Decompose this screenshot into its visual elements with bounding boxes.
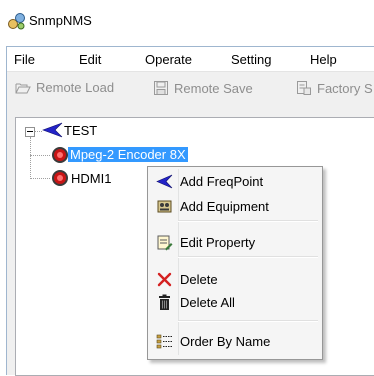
tree-connector: [30, 137, 31, 179]
menu-operate[interactable]: Operate: [145, 52, 192, 67]
factory-settings-button[interactable]: Factory S: [296, 80, 373, 96]
app-logo-icon: [8, 13, 25, 30]
freqpoint-arrow-icon: [42, 122, 63, 138]
menu-edit[interactable]: Edit: [79, 52, 101, 67]
device-status-icon: [52, 170, 68, 186]
menu-item-order-by-name[interactable]: Order By Name: [150, 330, 320, 352]
menu-separator: [178, 320, 318, 322]
factory-settings-icon: [297, 81, 311, 95]
menu-help[interactable]: Help: [310, 52, 337, 67]
remote-save-button[interactable]: Remote Save: [153, 80, 253, 96]
floppy-disk-icon: [154, 81, 168, 95]
title-bar: SnmpNMS: [0, 0, 374, 46]
tree-node-hdmi1[interactable]: HDMI1: [71, 171, 111, 186]
menu-item-delete[interactable]: Delete: [150, 268, 320, 290]
trash-icon: [159, 294, 170, 310]
menu-separator: [178, 220, 318, 222]
context-menu: Add FreqPoint Add Equipment Edit Propert…: [147, 166, 323, 360]
menu-separator: [178, 256, 318, 258]
equipment-icon: [157, 200, 172, 213]
menu-item-add-freqpoint[interactable]: Add FreqPoint: [150, 170, 320, 192]
device-status-icon: [52, 147, 68, 163]
menu-item-label: Add FreqPoint: [180, 174, 264, 189]
toolbar: Remote Load Remote Save Factory S: [7, 74, 374, 102]
menu-file[interactable]: File: [14, 52, 35, 67]
factory-settings-label: Factory S: [317, 81, 373, 96]
tree-connector: [30, 155, 50, 156]
window-title: SnmpNMS: [29, 13, 92, 28]
menu-item-label: Delete: [180, 272, 218, 287]
freqpoint-arrow-icon: [156, 174, 173, 189]
remote-load-button[interactable]: Remote Load: [15, 80, 114, 95]
remote-save-label: Remote Save: [174, 81, 253, 96]
edit-property-icon: [157, 235, 173, 251]
sort-order-icon: [156, 334, 172, 349]
menu-setting[interactable]: Setting: [231, 52, 271, 67]
menu-item-label: Add Equipment: [180, 199, 269, 214]
menu-item-add-equipment[interactable]: Add Equipment: [150, 195, 320, 217]
menu-item-delete-all[interactable]: Delete All: [150, 291, 320, 313]
tree-node-mpeg2-encoder[interactable]: Mpeg-2 Encoder 8X: [68, 147, 188, 162]
delete-x-icon: [157, 272, 172, 287]
menu-bar: File Edit Operate Setting Help: [7, 47, 374, 72]
menu-item-label: Delete All: [180, 295, 235, 310]
tree-connector: [30, 178, 50, 179]
menu-item-edit-property[interactable]: Edit Property: [150, 231, 320, 253]
folder-open-icon: [15, 83, 31, 94]
tree-node-root[interactable]: TEST: [64, 123, 97, 138]
menu-item-label: Order By Name: [180, 334, 271, 349]
remote-load-label: Remote Load: [36, 80, 115, 95]
menu-item-label: Edit Property: [180, 235, 256, 250]
tree-collapse-toggle[interactable]: [25, 127, 35, 137]
